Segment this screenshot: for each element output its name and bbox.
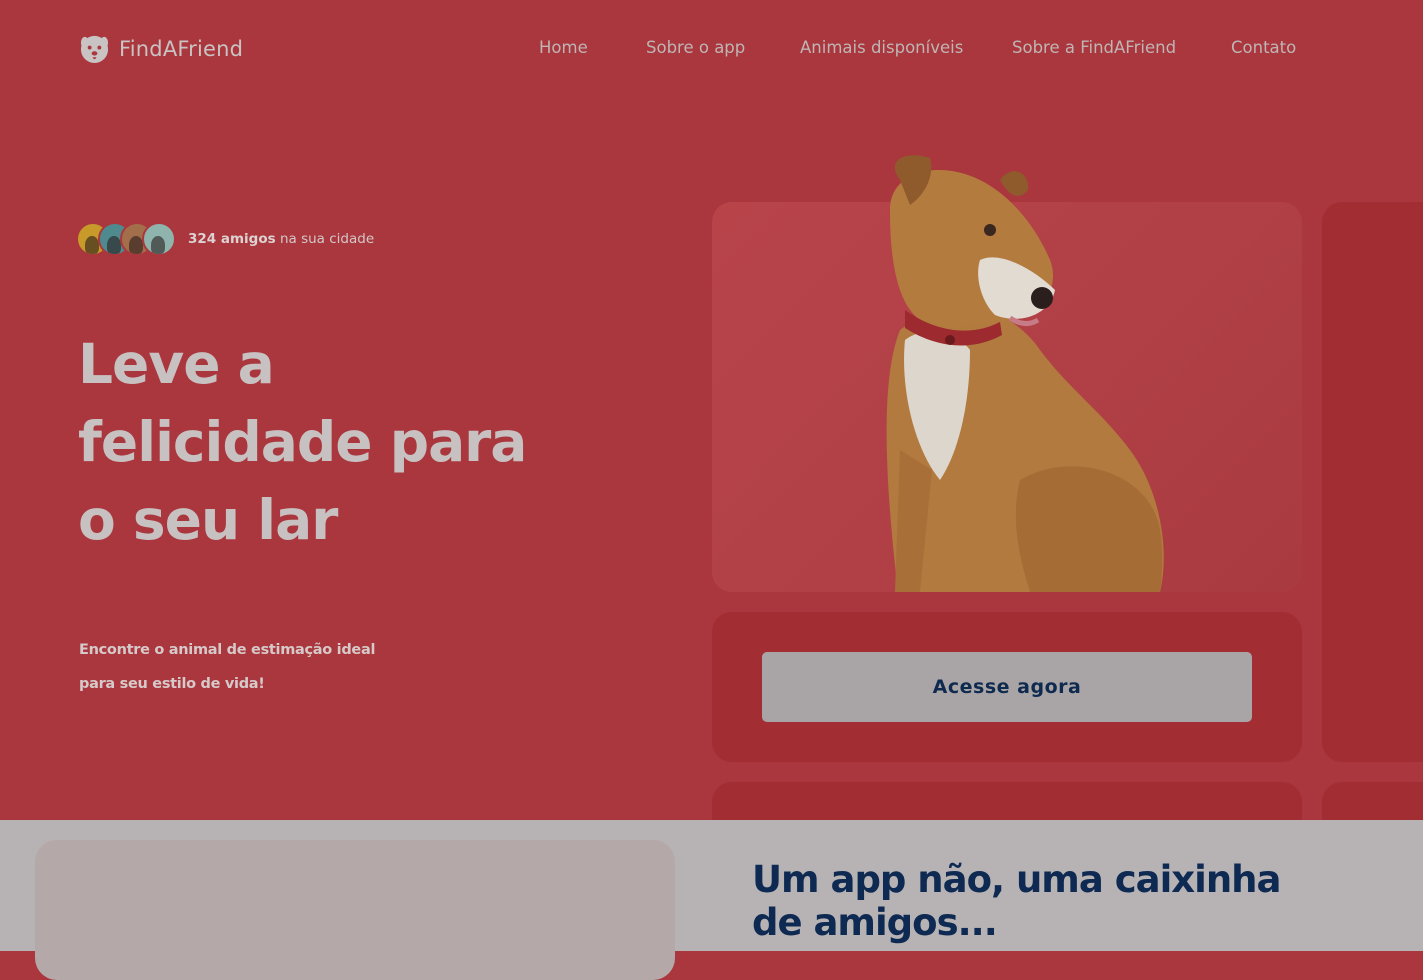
nav-home[interactable]: Home (539, 38, 588, 57)
nav-about-app[interactable]: Sobre o app (646, 38, 745, 57)
hero-subtitle-line: para seu estilo de vida! (79, 676, 265, 692)
avatar (142, 222, 176, 256)
hero-subtitle-line: Encontre o animal de estimação ideal (79, 642, 376, 658)
access-now-button[interactable]: Acesse agora (762, 652, 1252, 722)
nav-about-findafriend[interactable]: Sobre a FindAFriend (1012, 38, 1176, 57)
friends-badge: 324 amigos na sua cidade (76, 222, 374, 256)
main-nav: Home Sobre o app Animais disponíveis Sob… (0, 38, 1423, 62)
friends-suffix: na sua cidade (275, 231, 375, 247)
nav-available-animals[interactable]: Animais disponíveis (800, 38, 963, 57)
next-card-peek (1322, 782, 1423, 820)
friends-count-text: 324 amigos na sua cidade (188, 231, 374, 247)
friends-count: 324 amigos (188, 231, 276, 247)
dog-image (886, 155, 1164, 592)
about-section: Um app não, uma caixinha de amigos... (0, 820, 1423, 980)
hero-section: FindAFriend Home Sobre o app Animais dis… (0, 0, 1423, 820)
nav-contact[interactable]: Contato (1231, 38, 1296, 57)
about-title: Um app não, uma caixinha de amigos... (752, 858, 1282, 944)
next-card (712, 782, 1302, 820)
next-card-peek (1322, 202, 1423, 762)
hero-headline: Leve a felicidade para o seu lar (78, 332, 527, 552)
hero-subtitle: Encontre o animal de estimação ideal par… (79, 633, 399, 701)
app-preview-card (35, 840, 675, 980)
